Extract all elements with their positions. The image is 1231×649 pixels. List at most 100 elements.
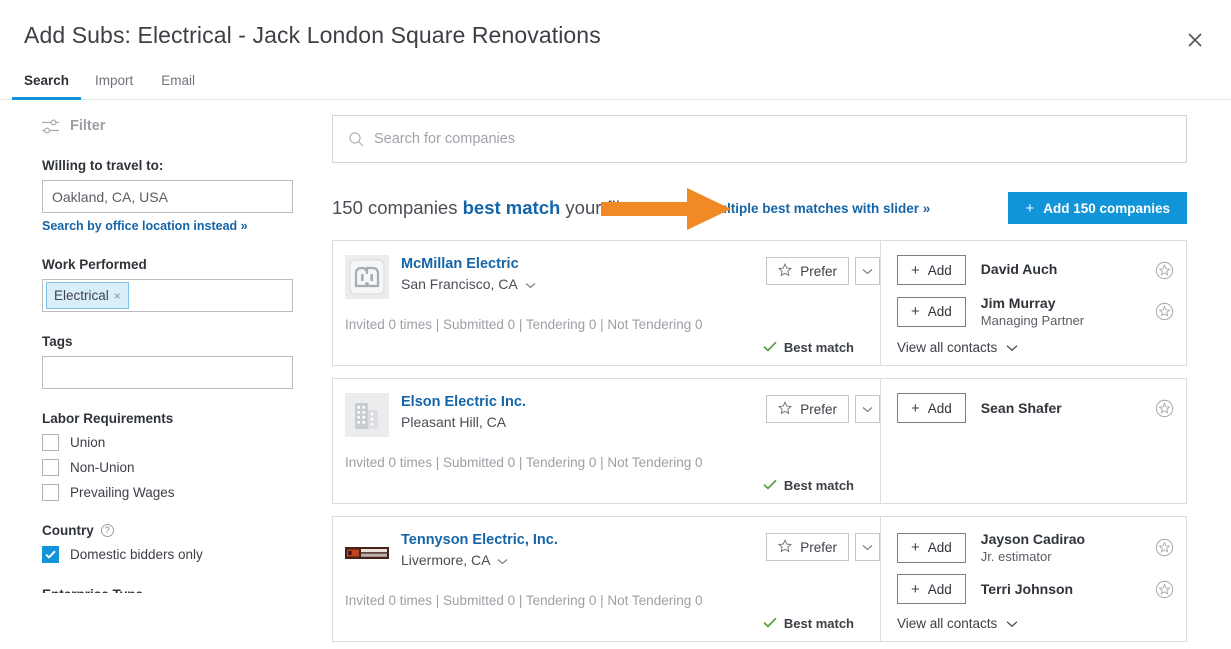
contact-name: David Auch [980,261,1058,277]
tab-import[interactable]: Import [81,67,147,100]
company-results-list: McMillan Electric San Francisco, CA Pref… [332,240,1187,642]
checkbox-row-domestic-bidders[interactable]: Domestic bidders only [42,546,294,563]
checkbox-union[interactable] [42,434,59,451]
chip-electrical[interactable]: Electrical × [46,282,129,309]
contact-row: + Add Jim Murray Managing Partner [897,295,1174,328]
modal-tabs: Search Import Email [0,66,1231,100]
contact-name: Sean Shafer [980,399,1062,416]
contact-title: Jr. estimator [980,549,1052,564]
search-icon [349,131,364,147]
travel-to-value: Oakland, CA, USA [52,188,168,205]
prefer-dropdown-button[interactable] [855,257,880,285]
best-match-badge: Best match [345,340,880,355]
add-all-companies-label: Add 150 companies [1043,200,1170,216]
plus-icon: + [911,399,920,417]
travel-to-label: Willing to travel to: [42,158,164,173]
checkbox-union-label: Union [70,435,106,450]
company-name[interactable]: Elson Electric Inc. [401,393,766,411]
add-contact-label: Add [927,304,952,319]
chip-label: Electrical [54,288,109,303]
company-logo-elson [345,393,389,437]
check-icon [763,478,777,493]
prefer-dropdown-button[interactable] [855,395,880,423]
help-icon[interactable]: ? [100,524,114,537]
view-all-contacts-link[interactable]: View all contacts [897,616,1174,631]
search-input[interactable]: Search for companies [332,115,1187,163]
view-all-contacts-link[interactable]: View all contacts [897,340,1174,355]
company-card[interactable]: Elson Electric Inc. Pleasant Hill, CA Pr… [332,378,1187,504]
chip-remove-icon[interactable]: × [114,289,121,303]
plus-icon: + [1025,199,1035,217]
checkbox-row-non-union[interactable]: Non-Union [42,459,294,476]
search-placeholder: Search for companies [374,131,516,147]
checkbox-domestic-bidders[interactable] [42,546,59,563]
add-all-companies-button[interactable]: + Add 150 companies [1008,192,1187,224]
chevron-down-icon[interactable] [497,552,508,568]
travel-to-input[interactable]: Oakland, CA, USA [42,180,293,213]
prefer-button[interactable]: Prefer [766,257,849,285]
check-icon [763,616,777,631]
contact-title: Managing Partner [980,313,1085,328]
company-card[interactable]: McMillan Electric San Francisco, CA Pref… [332,240,1187,366]
enterprise-type-label-cutoff: Enterprise Type [42,587,294,593]
prefer-button[interactable]: Prefer [766,395,849,423]
company-contacts: + Add David Auch + Add Jim Murray Managi… [880,241,1186,365]
prefer-dropdown-button[interactable] [855,533,880,561]
prefer-label: Prefer [800,539,837,555]
tab-email[interactable]: Email [147,67,209,100]
tags-label: Tags [42,334,73,349]
results-count: 150 companies best match your filters [332,197,651,219]
view-all-contacts-label: View all contacts [897,340,998,355]
add-multiple-with-slider-link[interactable]: Add multiple best matches with slider » [677,201,931,216]
add-contact-button[interactable]: + Add [897,532,966,563]
company-stats: Invited 0 times | Submitted 0 | Tenderin… [345,455,703,470]
star-outline-icon [778,538,793,556]
labor-requirements-label: Labor Requirements [42,411,294,426]
star-badge-icon[interactable] [1155,399,1174,418]
company-card[interactable]: Tennyson Electric, Inc. Livermore, CA Pr… [332,516,1187,642]
company-location-text: Livermore, CA [401,552,491,568]
labor-requirements-text: Labor Requirements [42,411,174,426]
add-contact-button[interactable]: + Add [897,255,966,285]
plus-icon: + [911,539,920,556]
add-contact-button[interactable]: + Add [897,296,966,327]
company-location-text: Pleasant Hill, CA [401,414,507,430]
search-by-office-location-link[interactable]: Search by office location instead » [42,219,248,233]
star-badge-icon[interactable] [1155,261,1174,280]
checkbox-prevailing-wages[interactable] [42,484,59,501]
company-name[interactable]: McMillan Electric [401,255,766,273]
close-icon[interactable] [1177,22,1213,58]
tags-input[interactable] [42,356,293,389]
add-contact-button[interactable]: + Add [897,574,966,604]
page-title: Add Subs: Electrical - Jack London Squar… [24,22,601,48]
checkbox-domestic-bidders-label: Domestic bidders only [70,547,203,562]
contact-row: + Add David Auch [897,255,1174,285]
star-badge-icon[interactable] [1155,580,1174,599]
checkbox-row-union[interactable]: Union [42,434,294,451]
star-outline-icon [778,400,793,418]
contact-name: Terri Johnson [980,580,1074,597]
company-summary: Elson Electric Inc. Pleasant Hill, CA Pr… [333,379,880,503]
star-badge-icon[interactable] [1155,538,1174,557]
tab-search[interactable]: Search [12,67,82,100]
company-location: Pleasant Hill, CA [401,414,766,430]
country-label: Country ? [42,523,294,538]
prefer-button[interactable]: Prefer [766,533,849,561]
chevron-down-icon [1006,616,1018,631]
check-icon [763,340,777,355]
checkbox-row-prevailing-wages[interactable]: Prevailing Wages [42,484,294,501]
chevron-down-icon [1006,340,1018,355]
company-stats: Invited 0 times | Submitted 0 | Tenderin… [345,317,703,332]
company-location: Livermore, CA [401,552,766,568]
checkbox-non-union[interactable] [42,459,59,476]
plus-icon: + [911,303,920,320]
plus-icon: + [911,580,920,598]
best-match-label: Best match [783,340,854,355]
checkbox-prevailing-wages-label: Prevailing Wages [70,485,175,500]
add-contact-button[interactable]: + Add [897,393,966,423]
work-performed-input[interactable]: Electrical × [42,279,293,312]
company-name[interactable]: Tennyson Electric, Inc. [401,531,766,549]
prefer-label: Prefer [800,401,837,417]
star-badge-icon[interactable] [1155,302,1174,321]
chevron-down-icon[interactable] [525,276,536,292]
